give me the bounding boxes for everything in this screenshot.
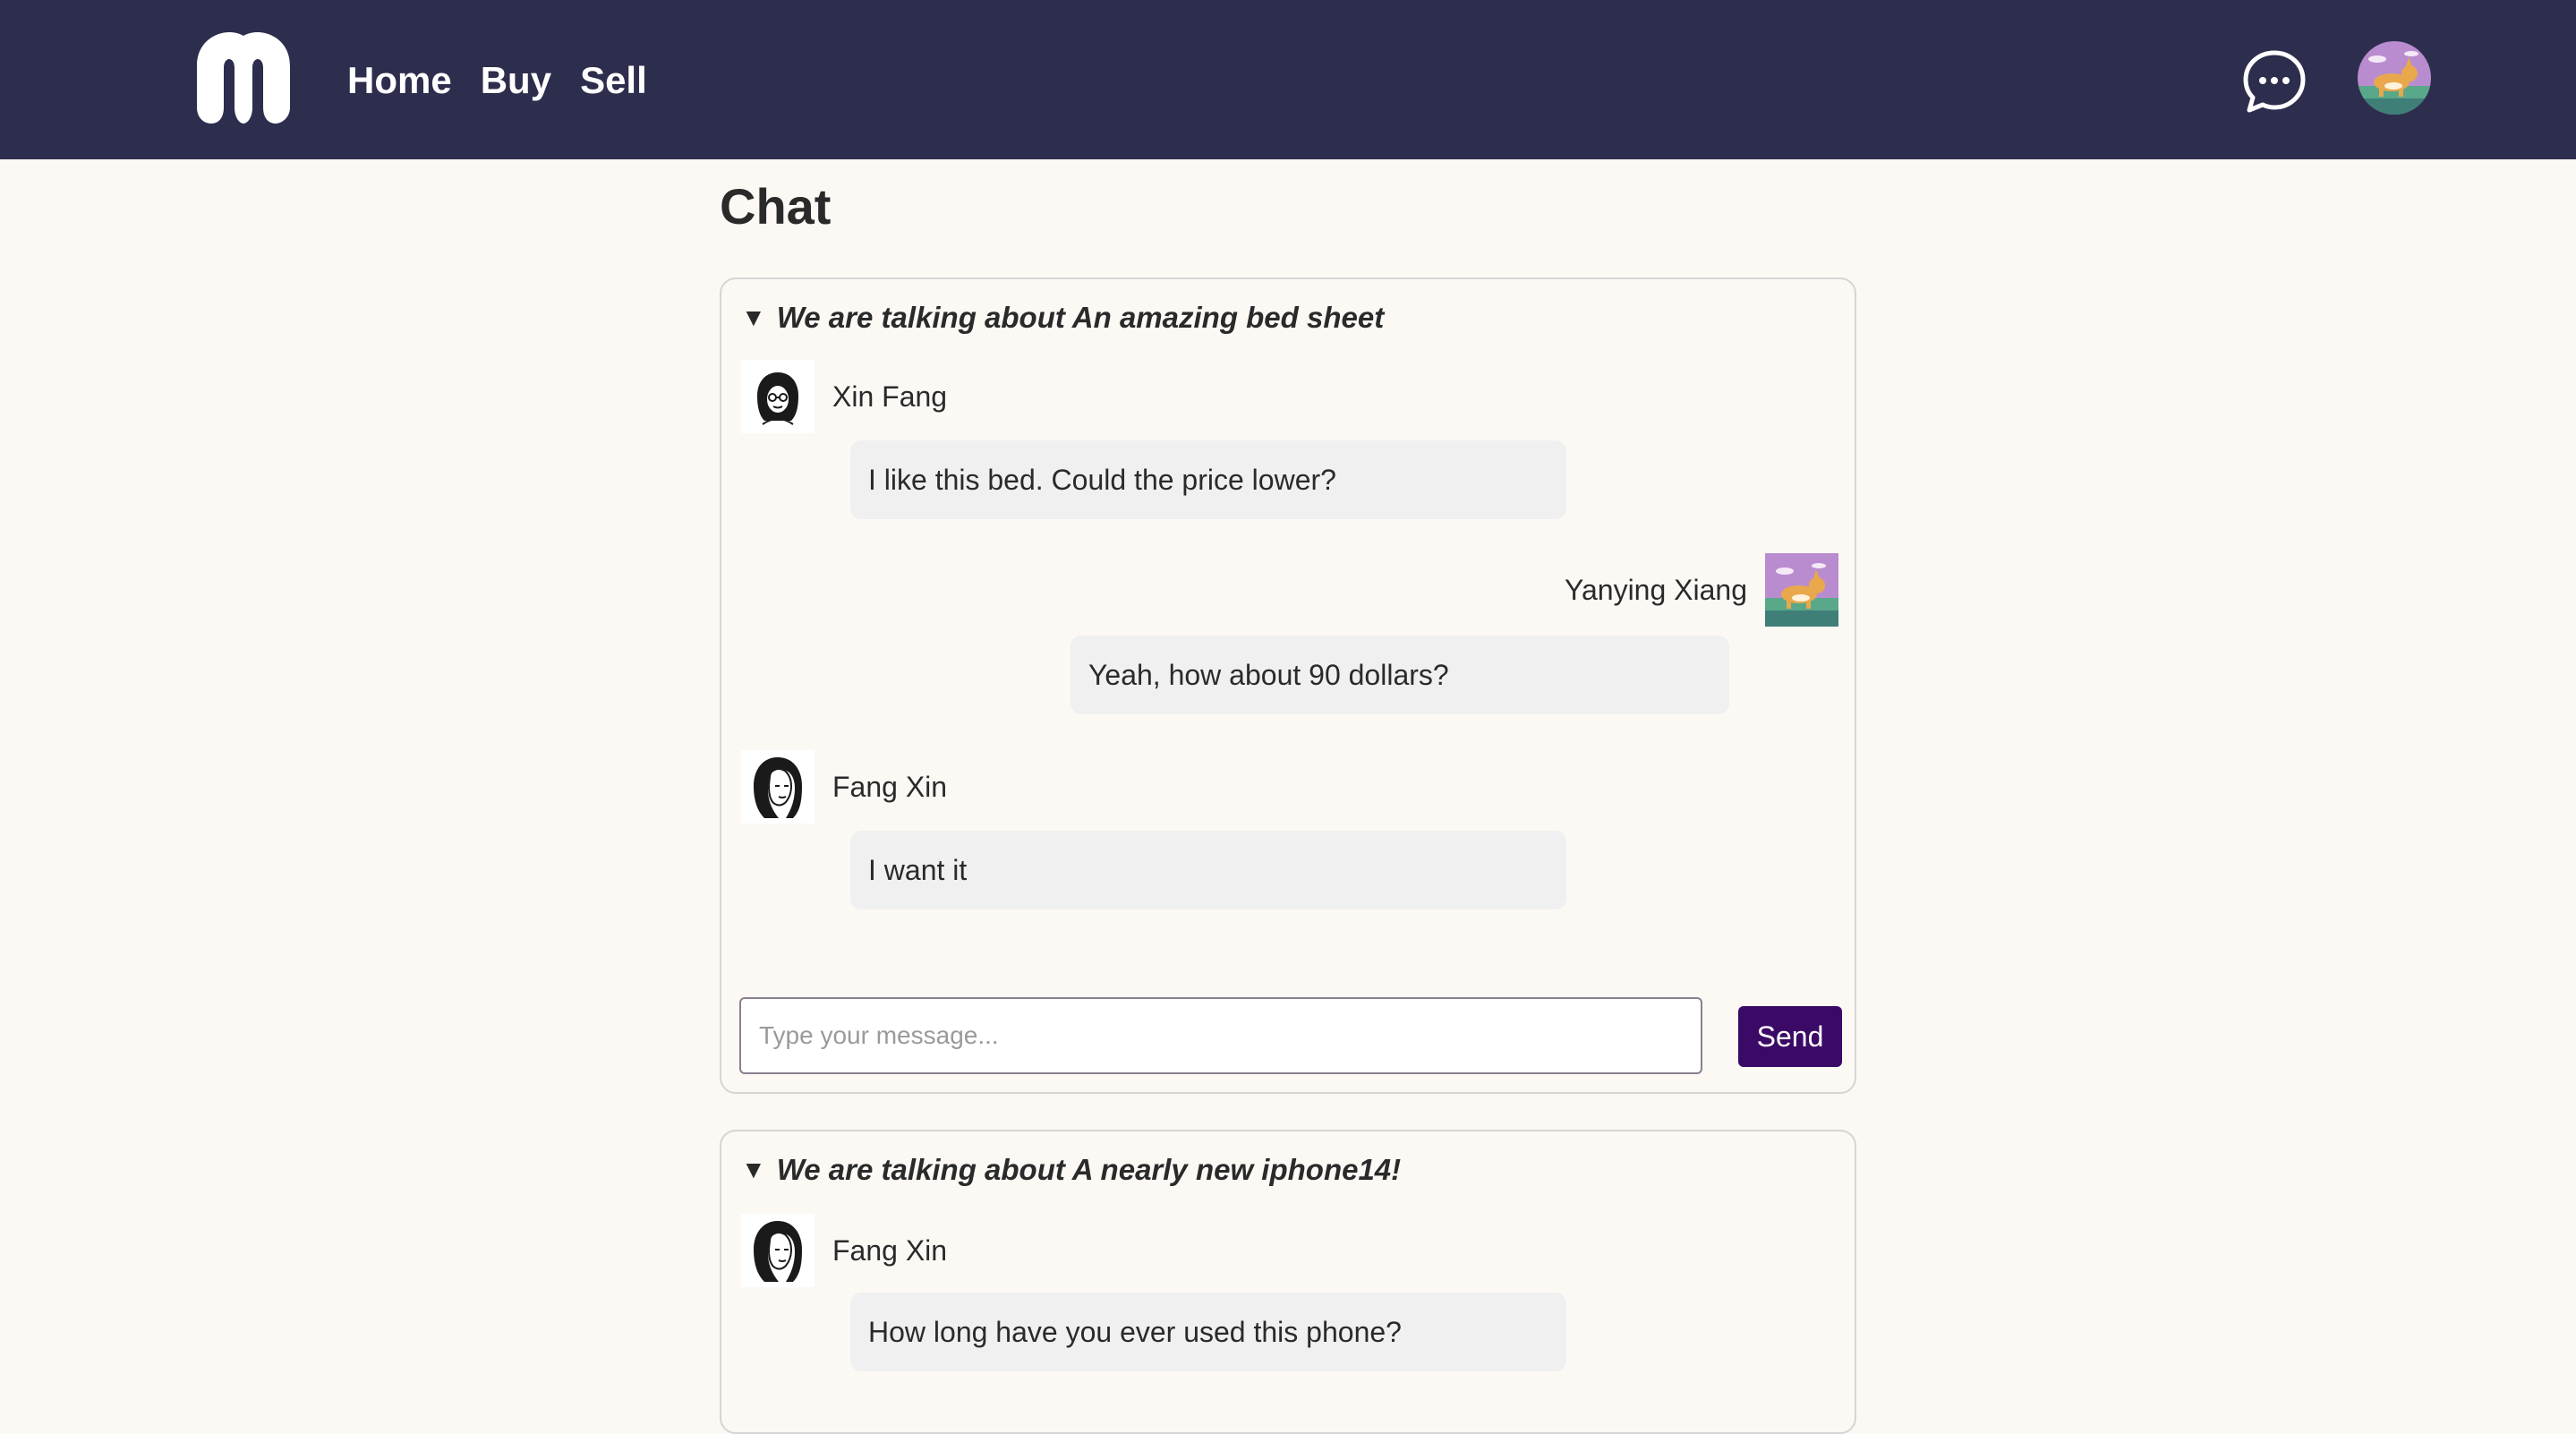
sender-avatar <box>741 360 815 433</box>
send-button[interactable]: Send <box>1738 1006 1842 1067</box>
message-bubble: How long have you ever used this phone? <box>850 1293 1566 1371</box>
thread-topic: We are talking about An amazing bed shee… <box>776 301 1385 334</box>
collapse-triangle-icon: ▼ <box>741 1156 766 1183</box>
thread-topic: We are talking about A nearly new iphone… <box>776 1153 1402 1186</box>
thread-summary[interactable]: ▼ We are talking about A nearly new ipho… <box>741 1153 1401 1187</box>
page-title: Chat <box>720 178 832 235</box>
sender-name: Fang Xin <box>832 770 948 803</box>
message-sender: Fang Xin <box>741 1214 947 1287</box>
top-navigation-bar: Home Buy Sell <box>0 0 2576 159</box>
sender-avatar <box>741 750 815 824</box>
nav-sell-link[interactable]: Sell <box>580 50 647 111</box>
nav-buy-link[interactable]: Buy <box>481 50 551 111</box>
collapse-triangle-icon: ▼ <box>741 303 766 331</box>
message-bubble: I want it <box>850 831 1566 909</box>
m-logo-icon[interactable] <box>197 32 290 124</box>
sender-avatar <box>1765 553 1838 627</box>
nav-home-link[interactable]: Home <box>347 50 452 111</box>
message-sender: Yanying Xiang <box>1565 553 1838 627</box>
message-sender: Xin Fang <box>741 360 947 433</box>
thread-summary[interactable]: ▼ We are talking about An amazing bed sh… <box>741 301 1384 335</box>
sender-avatar <box>741 1214 815 1287</box>
sender-name: Xin Fang <box>832 380 948 413</box>
sender-name: Fang Xin <box>832 1233 948 1267</box>
message-sender: Fang Xin <box>741 750 947 824</box>
chat-bubble-icon[interactable] <box>2241 48 2307 115</box>
user-avatar[interactable] <box>2358 41 2431 115</box>
message-bubble: Yeah, how about 90 dollars? <box>1070 636 1729 714</box>
chat-thread: ▼ We are talking about An amazing bed sh… <box>720 277 1856 1094</box>
message-bubble: I like this bed. Could the price lower? <box>850 440 1566 519</box>
sender-name: Yanying Xiang <box>1565 573 1747 606</box>
chat-thread: ▼ We are talking about A nearly new ipho… <box>720 1130 1856 1434</box>
message-input[interactable] <box>739 997 1702 1074</box>
main-nav: Home Buy Sell <box>347 50 647 111</box>
